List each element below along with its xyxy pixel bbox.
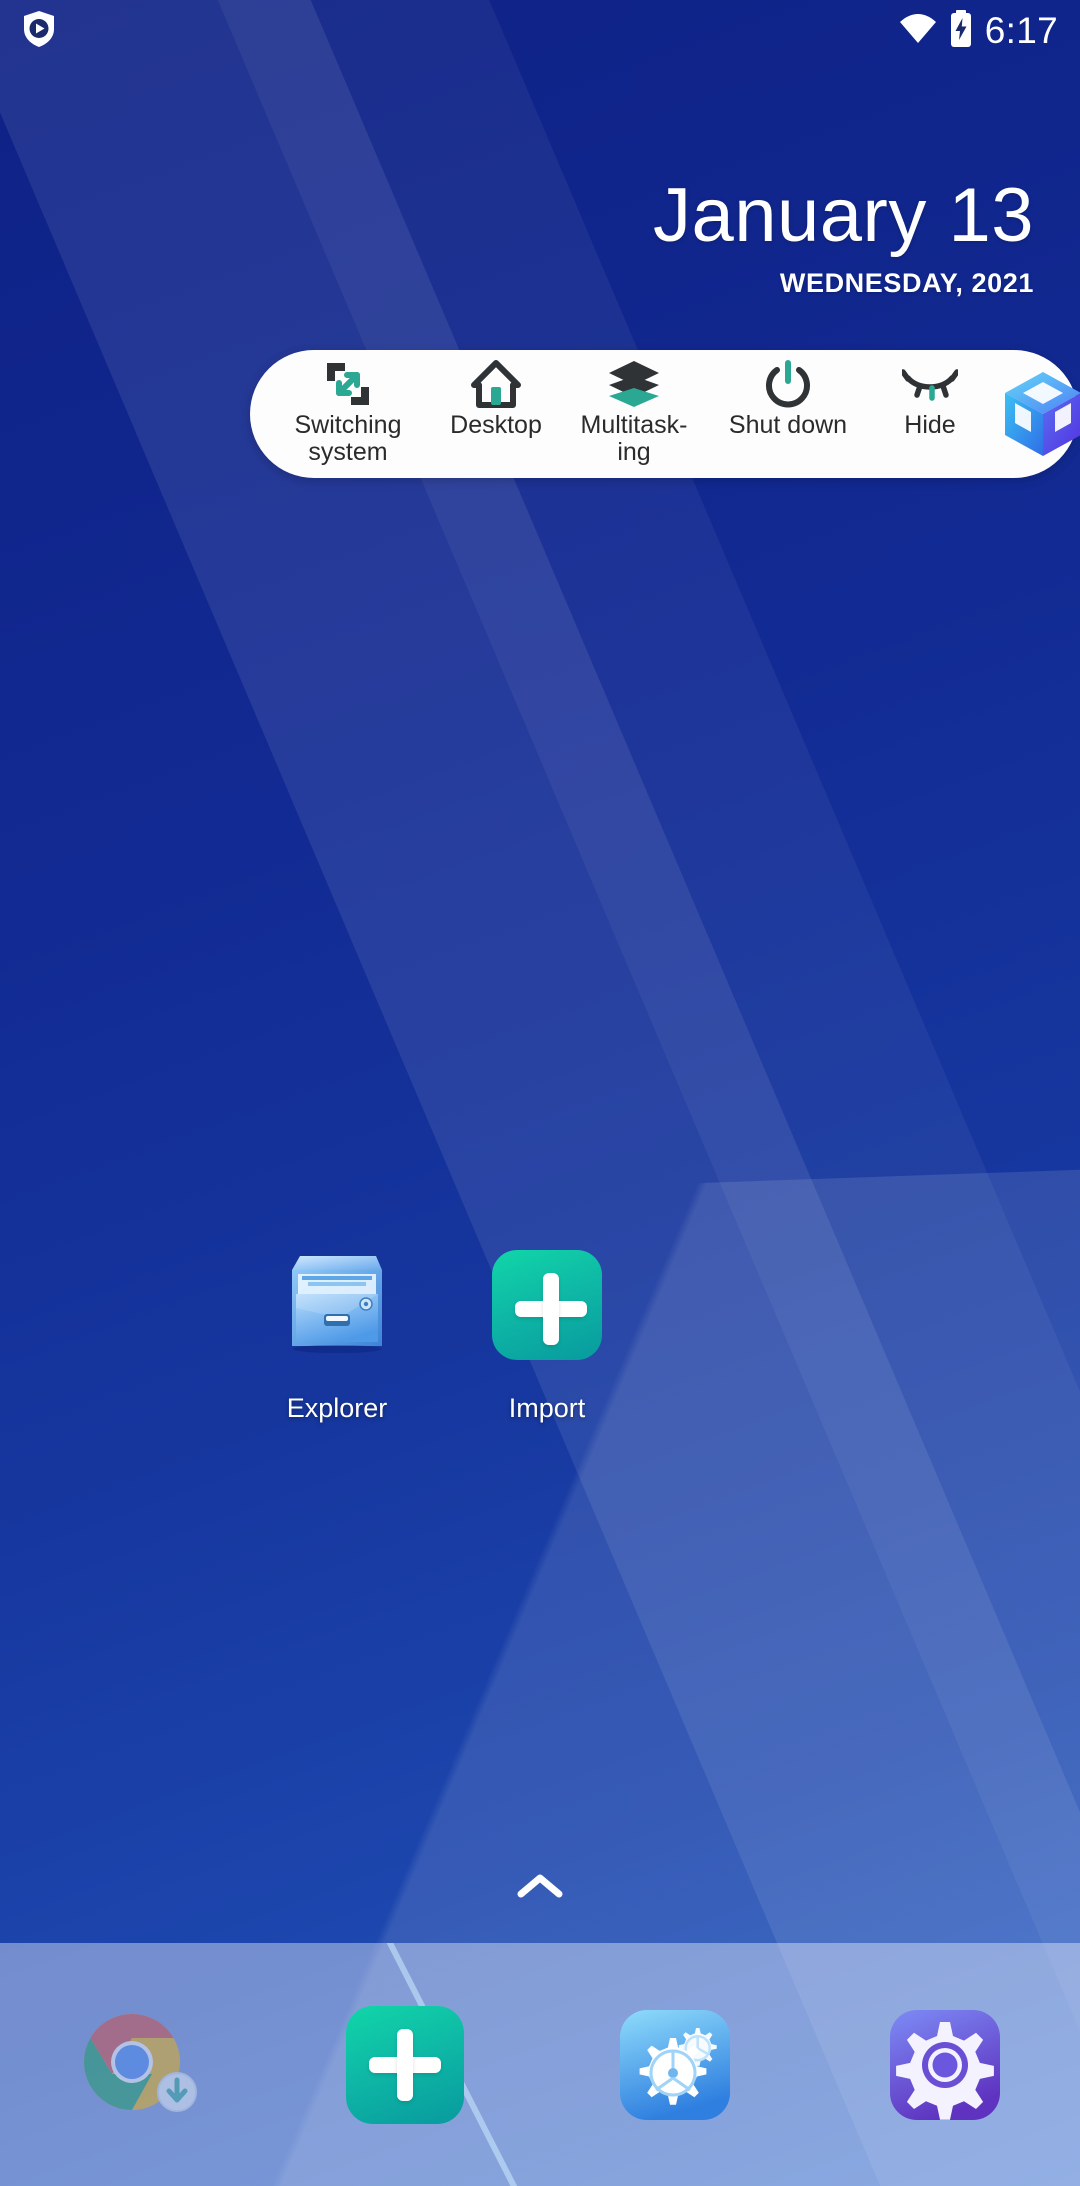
- eye-closed-icon: [902, 358, 958, 410]
- desktop-app-explorer-label: Explorer: [286, 1393, 388, 1423]
- toolbar-item-desktop[interactable]: Desktop: [428, 350, 564, 478]
- desktop-app-import-label: Import: [508, 1393, 586, 1423]
- battery-charging-icon: [949, 9, 973, 53]
- status-bar: 6:17: [0, 0, 1080, 62]
- date-widget[interactable]: January 13 WEDNESDAY, 2021: [653, 178, 1034, 299]
- toolbar-item-switching-system-label: Switching system: [294, 411, 402, 466]
- floating-toolbar: Switching system Desktop Multitask-ing S…: [250, 350, 1080, 478]
- download-badge-icon: [156, 2071, 198, 2118]
- layers-icon: [607, 358, 661, 410]
- dock: [0, 1943, 1080, 2186]
- date-widget-date: January 13: [652, 173, 1034, 258]
- chrome-icon: [76, 2006, 197, 2124]
- status-bar-left: [22, 10, 56, 53]
- toolbar-item-shut-down[interactable]: Shut down: [704, 350, 872, 478]
- expand-arrows-icon: [323, 358, 373, 410]
- power-icon: [763, 358, 813, 410]
- date-widget-weekday-year: WEDNESDAY, 2021: [779, 268, 1034, 298]
- status-bar-clock: 6:17: [984, 10, 1058, 51]
- toolbar-item-hide[interactable]: Hide: [872, 350, 988, 478]
- double-gear-icon: [616, 2006, 734, 2124]
- play-protect-shield-icon: [22, 10, 56, 53]
- gear-icon: [886, 2006, 1004, 2124]
- toolbar-item-switching-system[interactable]: Switching system: [268, 350, 428, 478]
- desktop-app-import[interactable]: Import: [442, 1245, 652, 1424]
- home-icon: [471, 358, 521, 410]
- file-cabinet-icon: [277, 1245, 397, 1365]
- toolbar-item-shut-down-label: Shut down: [728, 411, 848, 439]
- plus-square-icon: [346, 2005, 464, 2124]
- dock-app-tools[interactable]: [540, 2006, 810, 2124]
- cube-icon: [995, 372, 1080, 456]
- dock-app-chrome[interactable]: [0, 2006, 270, 2124]
- toolbar-item-desktop-label: Desktop: [450, 411, 542, 439]
- toolbar-item-hide-label: Hide: [904, 411, 956, 439]
- dock-app-import[interactable]: [270, 2005, 540, 2124]
- status-bar-right: 6:17: [899, 9, 1058, 53]
- app-drawer-chevron-up-icon[interactable]: [515, 1870, 565, 1907]
- toolbar-item-multitasking[interactable]: Multitask-ing: [564, 350, 704, 478]
- desktop-icon-grid: Explorer Import: [232, 1245, 652, 1424]
- dock-app-settings[interactable]: [810, 2006, 1080, 2124]
- plus-square-icon: [487, 1245, 607, 1365]
- wifi-icon: [899, 13, 937, 49]
- app-drawer-handle[interactable]: [0, 1870, 1080, 1907]
- wallpaper: [0, 0, 1080, 2186]
- toolbar-item-app-cube[interactable]: [988, 350, 1080, 478]
- desktop-app-explorer[interactable]: Explorer: [232, 1245, 442, 1424]
- toolbar-item-multitasking-label: Multitask-ing: [580, 411, 688, 466]
